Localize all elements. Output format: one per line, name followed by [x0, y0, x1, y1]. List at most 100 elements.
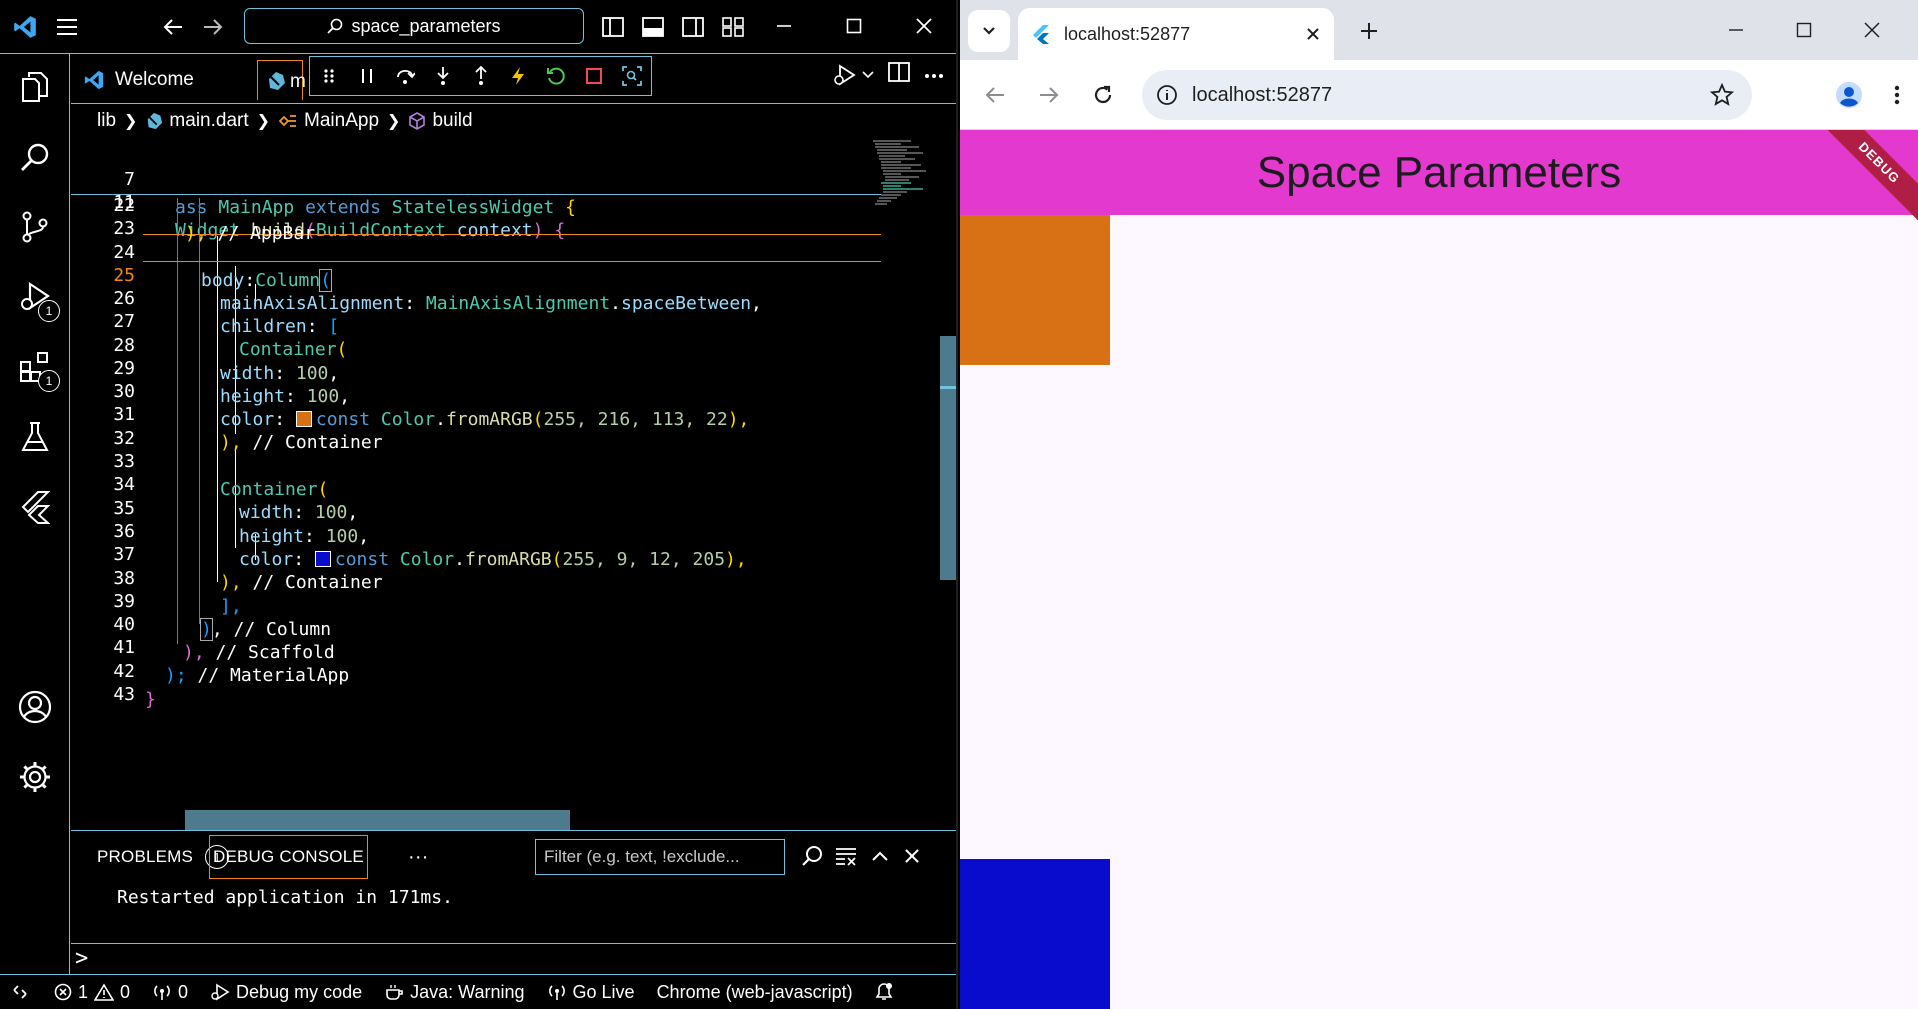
breadcrumb-class[interactable]: MainApp — [304, 110, 379, 132]
browser-tab[interactable]: localhost:52877 — [1018, 8, 1334, 60]
tab-label: PROBLEMS — [97, 847, 194, 866]
debug-status[interactable]: Debug my code — [210, 982, 362, 1003]
tab-search-button[interactable] — [968, 10, 1010, 52]
flutter-icon[interactable] — [14, 486, 56, 528]
dart-file-icon — [269, 72, 285, 90]
orange-container — [960, 215, 1110, 365]
back-arrow-icon[interactable] — [156, 10, 190, 44]
forward-arrow-icon[interactable] — [196, 10, 230, 44]
method-cube-icon — [409, 112, 426, 130]
tab-debug-console[interactable]: DEBUG CONSOLE — [209, 835, 368, 879]
notifications-status[interactable] — [875, 982, 893, 1002]
back-button[interactable] — [976, 76, 1014, 114]
split-editor-icon[interactable] — [888, 62, 910, 87]
horizontal-scrollbar[interactable] — [185, 810, 570, 830]
breadcrumb-file[interactable]: main.dart — [169, 110, 248, 132]
explorer-icon[interactable] — [14, 66, 56, 108]
site-info-icon[interactable] — [1156, 84, 1178, 106]
dart-file-icon — [148, 112, 163, 130]
hot-reload-icon[interactable] — [499, 57, 537, 95]
drag-handle-icon[interactable] — [310, 57, 348, 95]
vertical-scrollbar[interactable] — [940, 336, 956, 580]
search-icon[interactable] — [799, 843, 825, 869]
run-and-debug-icon[interactable]: 1 — [14, 276, 60, 322]
pause-icon[interactable] — [348, 57, 386, 95]
customize-layout-icon[interactable] — [716, 10, 750, 44]
vscode-window: space_parameters 1 1 Welcome m lib ❯ mai… — [0, 0, 958, 1009]
class-icon — [278, 115, 297, 127]
close-icon[interactable] — [904, 8, 944, 44]
chrome-menu-button[interactable] — [1878, 76, 1916, 114]
filter-placeholder: Filter (e.g. text, !exclude... — [544, 847, 740, 866]
error-count: 1 — [78, 981, 89, 1002]
problems-status[interactable]: 1 0 — [54, 982, 130, 1003]
flutter-app-viewport: Space Parameters DEBUG — [960, 130, 1918, 1009]
bookmark-star-icon[interactable] — [1710, 83, 1734, 107]
remote-indicator[interactable] — [12, 984, 28, 1000]
reload-icon — [1094, 85, 1112, 104]
go-live-label: Go Live — [572, 981, 635, 1002]
profile-button[interactable] — [1830, 76, 1868, 114]
vscode-logo-icon — [8, 10, 42, 44]
command-center-search[interactable]: space_parameters — [244, 8, 584, 44]
breadcrumb-folder[interactable]: lib — [97, 110, 116, 132]
maximize-icon[interactable] — [834, 8, 874, 44]
new-tab-button[interactable] — [1352, 14, 1386, 48]
minimap[interactable] — [871, 138, 931, 218]
toggle-primary-sidebar-icon[interactable] — [596, 10, 630, 44]
kebab-menu-icon — [1894, 85, 1900, 105]
broadcast-icon — [548, 985, 565, 1000]
error-icon — [54, 983, 72, 1001]
ports-status[interactable]: 0 — [152, 982, 188, 1003]
search-icon[interactable] — [14, 136, 56, 178]
debug-toolbar — [309, 56, 652, 96]
breadcrumb-method[interactable]: build — [432, 110, 472, 132]
minimize-icon[interactable] — [1708, 10, 1764, 50]
editor-actions — [832, 62, 944, 87]
clear-console-icon[interactable] — [833, 843, 859, 869]
stop-icon[interactable] — [575, 57, 613, 95]
debug-run-icon — [211, 983, 230, 1001]
more-actions-icon[interactable] — [924, 66, 944, 84]
widget-inspector-icon[interactable] — [613, 57, 651, 95]
broadcast-icon — [154, 985, 170, 1000]
run-debug-dropdown-icon[interactable] — [832, 63, 874, 87]
bell-icon — [875, 983, 893, 1000]
menu-icon[interactable] — [50, 10, 84, 44]
toggle-secondary-sidebar-icon[interactable] — [676, 10, 710, 44]
chrome-toolbar: localhost:52877 — [960, 60, 1918, 130]
reload-button[interactable] — [1084, 76, 1122, 114]
chevron-down-icon — [983, 27, 995, 35]
testing-flask-icon[interactable] — [14, 416, 56, 458]
forward-button[interactable] — [1030, 76, 1068, 114]
close-icon[interactable] — [1844, 10, 1900, 50]
restart-icon[interactable] — [537, 57, 575, 95]
close-panel-icon[interactable] — [899, 843, 925, 869]
code-line[interactable]: 43 — [71, 653, 871, 705]
toggle-panel-icon[interactable] — [636, 10, 670, 44]
tab-main-dart[interactable]: m — [257, 60, 306, 100]
tab-welcome[interactable]: Welcome — [83, 62, 194, 98]
step-over-icon[interactable] — [386, 57, 424, 95]
console-filter-input[interactable]: Filter (e.g. text, !exclude... — [535, 839, 785, 875]
step-into-icon[interactable] — [424, 57, 462, 95]
accounts-icon[interactable] — [14, 686, 56, 728]
chrome-tab-strip: localhost:52877 — [960, 0, 1918, 60]
maximize-icon[interactable] — [1776, 10, 1832, 50]
status-bar: 1 0 0 Debug my code Java: Warning Go Liv… — [0, 974, 956, 1009]
settings-gear-icon[interactable] — [14, 756, 56, 798]
code-editor[interactable]: 7 ass MainApp extends StatelessWidget { … — [71, 138, 956, 830]
go-live-status[interactable]: Go Live — [547, 982, 635, 1003]
java-status[interactable]: Java: Warning — [384, 982, 525, 1003]
maximize-panel-chevron-up-icon[interactable] — [867, 843, 893, 869]
source-control-icon[interactable] — [14, 206, 56, 248]
extensions-icon[interactable]: 1 — [14, 346, 60, 392]
minimize-icon[interactable] — [764, 8, 804, 44]
step-out-icon[interactable] — [462, 57, 500, 95]
more-panel-views-icon[interactable]: ··· — [408, 835, 429, 879]
device-status[interactable]: Chrome (web-javascript) — [657, 982, 853, 1003]
back-arrow-icon — [985, 87, 1004, 103]
console-input[interactable]: > — [71, 943, 956, 975]
close-tab-icon[interactable] — [1306, 27, 1320, 41]
address-bar[interactable]: localhost:52877 — [1142, 70, 1752, 120]
